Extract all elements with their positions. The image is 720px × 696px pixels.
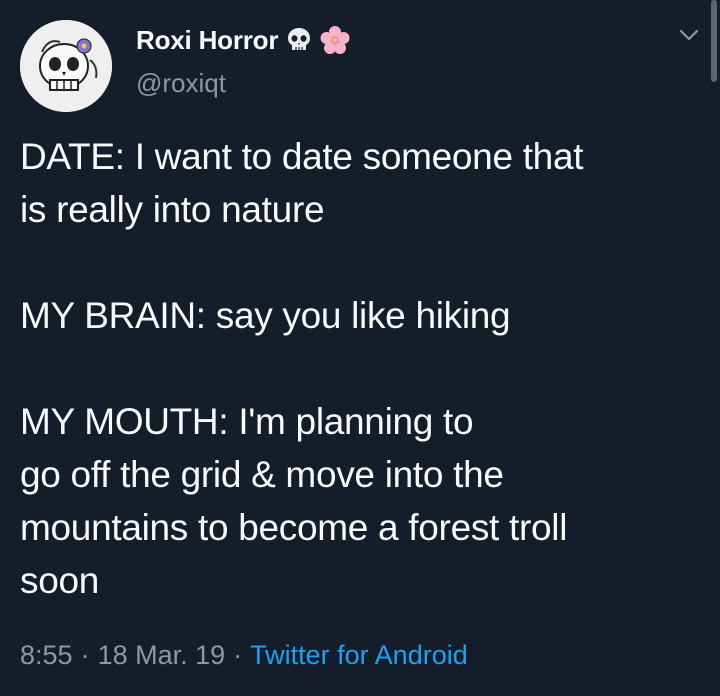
tweet-line: MY BRAIN: say you like hiking	[20, 295, 511, 336]
tweet: Roxi Horror @roxiqt DATE: I want to date…	[0, 0, 720, 696]
tweet-time[interactable]: 8:55	[20, 640, 73, 670]
skull-icon	[284, 25, 314, 55]
tweet-text: DATE: I want to date someone that is rea…	[20, 130, 705, 607]
display-name[interactable]: Roxi Horror	[136, 25, 278, 56]
tweet-source-link[interactable]: Twitter for Android	[250, 640, 468, 670]
user-handle[interactable]: @roxiqt	[136, 68, 226, 99]
tweet-line: is really into nature	[20, 189, 325, 230]
chevron-down-icon[interactable]	[676, 22, 702, 48]
tweet-meta: 8:55 · 18 Mar. 19 · Twitter for Android	[20, 640, 468, 671]
scrollbar[interactable]	[711, 0, 717, 82]
tweet-line: mountains to become a forest troll	[20, 507, 568, 548]
tweet-date[interactable]: 18 Mar. 19	[98, 640, 226, 670]
meta-separator: ·	[233, 640, 243, 670]
user-header: Roxi Horror	[136, 20, 350, 60]
skull-avatar-icon	[20, 20, 112, 112]
cherry-blossom-icon	[320, 25, 350, 55]
tweet-line: DATE: I want to date someone that	[20, 136, 584, 177]
tweet-line: soon	[20, 560, 100, 601]
tweet-line: MY MOUTH: I'm planning to	[20, 401, 474, 442]
tweet-line: go off the grid & move into the	[20, 454, 504, 495]
avatar[interactable]	[20, 20, 112, 112]
meta-separator: ·	[80, 640, 90, 670]
